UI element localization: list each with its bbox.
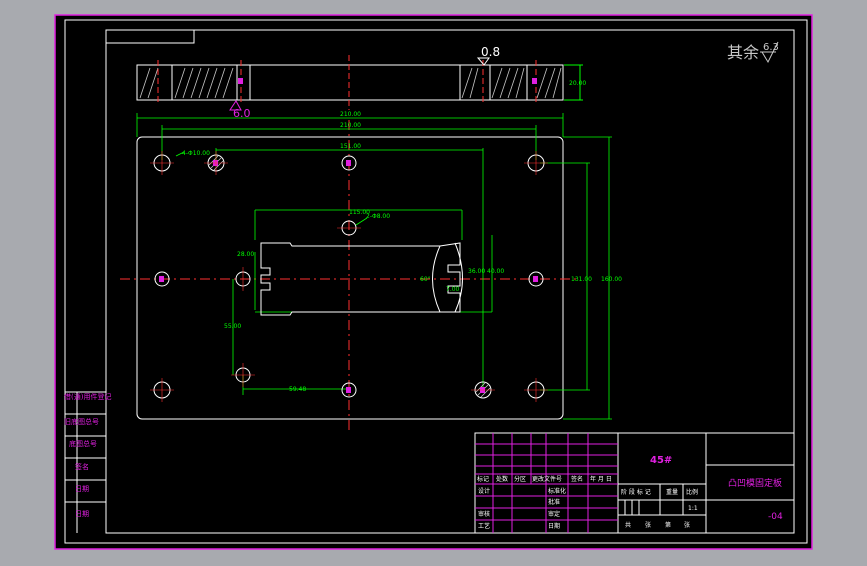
drawing-svg: 其余 6.3 20.00 0.8 6.0 210.00 210.00 151.0… [54, 14, 813, 550]
header-col-0: 标记 [477, 475, 489, 483]
section-height-dim: 20.00 [569, 80, 586, 87]
stage-header: 阶 段 标 记 [621, 488, 651, 496]
header-col-5: 年 月 日 [590, 475, 612, 483]
scale-value: 1:1 [688, 505, 698, 512]
header-col-2: 分区 [514, 475, 526, 483]
dim-slot-2: 28.00 [237, 251, 254, 258]
side-row-2: 底图总号 [69, 439, 97, 448]
sheet-unit-2: 张 [684, 521, 690, 529]
header-col-4: 签名 [571, 475, 583, 483]
dim-hole-span-width: 210.00 [340, 122, 361, 129]
section-roughness-top: 0.8 [481, 45, 500, 59]
roughness-note: 其余 [727, 43, 759, 62]
side-row-3: 签名 [75, 462, 89, 471]
cad-drawing-canvas: 其余 6.3 20.00 0.8 6.0 210.00 210.00 151.0… [0, 0, 867, 562]
header-col-1: 处数 [496, 475, 508, 483]
material-label: 45# [650, 455, 672, 466]
dim-bottom-offset: 59.48 [289, 386, 306, 393]
dim-top-hole-pitch: 151.00 [340, 143, 361, 150]
role-design: 设计 [478, 487, 490, 495]
dim-height-inner: 131.00 [571, 276, 592, 283]
drawing-number: -04 [768, 512, 783, 522]
dim-hole-callout-4: 4-Φ10.00 [182, 150, 210, 157]
dim-slot-angle: 60° [420, 276, 431, 283]
side-row-0: 借(通)用件登记 [64, 392, 111, 401]
role-check: 审定 [548, 510, 560, 518]
sheet-current: 第 [665, 521, 671, 529]
weight-header: 重量 [666, 488, 678, 496]
side-row-5: 日期 [75, 510, 89, 518]
part-name: 凸凹模固定板 [728, 477, 782, 489]
role-review: 审核 [478, 510, 490, 518]
roughness-default: 6.3 [763, 42, 779, 53]
dim-slot-3: 36.00 [468, 268, 485, 275]
dim-slot-1: 115.00 [349, 209, 370, 216]
role-standard: 标准化 [548, 487, 566, 495]
role-approve: 批准 [548, 498, 560, 506]
side-row-1: 旧底图总号 [64, 417, 99, 426]
side-row-4: 日期 [75, 485, 89, 493]
sheet-unit-1: 张 [645, 521, 651, 529]
role-process: 工艺 [478, 522, 490, 530]
scale-header: 比例 [686, 488, 698, 496]
dim-slot-small: 7.00 [446, 286, 460, 293]
role-date: 日期 [548, 522, 560, 530]
header-col-3: 更改文件号 [532, 475, 562, 483]
dim-height-outer: 160.00 [601, 276, 622, 283]
dim-overall-width: 210.00 [340, 111, 361, 118]
sheet-total: 共 [625, 521, 631, 529]
dim-slot-4: 40.00 [487, 268, 504, 275]
dim-left-height: 55.00 [224, 323, 241, 330]
